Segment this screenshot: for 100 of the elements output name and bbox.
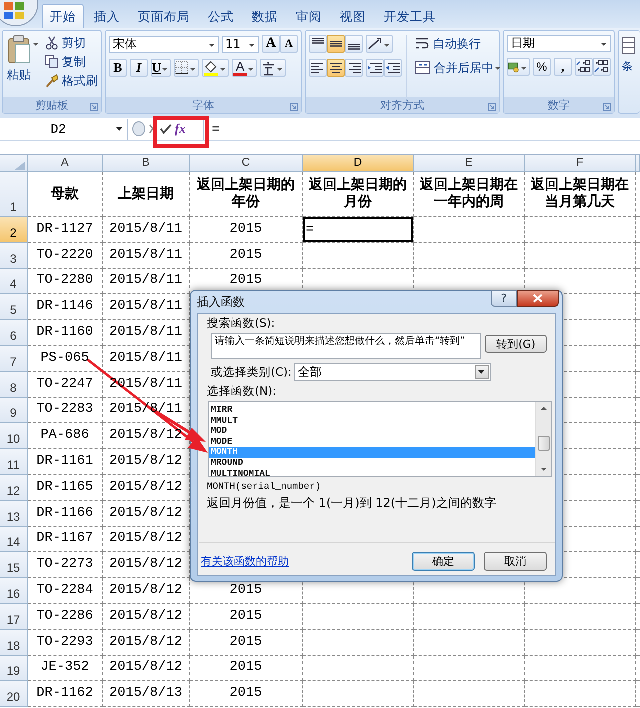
merge-center-button[interactable]: 合并后居中 <box>415 59 503 77</box>
row-header[interactable]: 1 <box>0 172 28 217</box>
table-cell: JE-352 <box>40 660 90 676</box>
column-header[interactable]: F <box>525 155 636 172</box>
format-painter-button[interactable]: 格式刷 <box>45 73 98 89</box>
table-cell: 2015/8/12 <box>110 634 182 650</box>
row-header[interactable]: 12 <box>0 474 28 501</box>
column-header[interactable]: C <box>190 155 303 172</box>
column-title: 上架日期 <box>117 186 175 202</box>
function-signature: MONTH(serial_number) <box>207 481 322 494</box>
comma-button[interactable]: , <box>554 58 572 76</box>
table-cell: TO-2293 <box>36 634 94 650</box>
wrap-text-button[interactable]: 自动换行 <box>415 35 503 53</box>
table-cell: 2015 <box>230 222 262 237</box>
row-header[interactable]: 17 <box>0 604 28 630</box>
column-header[interactable]: D <box>303 155 414 172</box>
ribbon-tab[interactable]: 审阅 <box>288 4 330 28</box>
ribbon-tab[interactable]: 数据 <box>244 4 286 28</box>
ok-button[interactable]: 确定 <box>412 552 475 571</box>
font-name-field[interactable]: 宋体 <box>109 36 219 52</box>
table-cell: DR-1161 <box>36 454 94 470</box>
table-cell: PS-065 <box>40 350 90 366</box>
dialog-title: 插入函数 <box>197 294 245 310</box>
row-header[interactable]: 10 <box>0 423 28 450</box>
row-header[interactable]: 20 <box>0 681 28 708</box>
row-header[interactable]: 5 <box>0 294 28 320</box>
table-cell: 2015/8/12 <box>110 660 182 676</box>
row-header[interactable]: 3 <box>0 242 28 269</box>
table-cell: PA-686 <box>40 428 90 444</box>
table-cell: DR-1165 <box>36 480 94 495</box>
function-item[interactable]: MMULT <box>209 416 535 426</box>
formula-field[interactable]: = <box>204 122 220 136</box>
group-label: 数字 <box>548 98 570 112</box>
shrink-font-button[interactable]: A <box>280 35 298 53</box>
underline-button[interactable]: U <box>151 59 172 77</box>
row-header[interactable]: 16 <box>0 578 28 604</box>
cell-input[interactable]: = <box>306 222 314 238</box>
column-header[interactable]: B <box>103 155 190 172</box>
table-cell: 2015 <box>230 583 262 598</box>
row-header[interactable]: 4 <box>0 268 28 294</box>
column-header[interactable]: A <box>28 155 103 172</box>
table-cell: 2015/8/11 <box>110 248 182 263</box>
table-cell: 2015/8/11 <box>110 350 182 366</box>
table-cell: TO-2283 <box>36 402 94 418</box>
table-cell: 2015 <box>230 273 262 288</box>
ribbon-tab[interactable]: 开始 <box>42 4 84 28</box>
group-label: 对齐方式 <box>380 98 424 112</box>
copy-button[interactable]: 复制 <box>45 54 98 70</box>
font-color-button[interactable]: A <box>232 59 258 77</box>
row-header[interactable]: 8 <box>0 372 28 398</box>
row-header[interactable]: 2 <box>0 217 28 243</box>
italic-button[interactable]: I <box>130 59 148 77</box>
function-description: 返回月份值，是一个 1(一月)到 12(十二月)之间的数字 <box>207 495 498 512</box>
function-item[interactable]: MODE <box>209 436 535 448</box>
ribbon-button-label[interactable]: 条 <box>622 59 637 74</box>
row-header[interactable]: 11 <box>0 449 28 475</box>
cancel-button[interactable]: 取消 <box>484 552 547 571</box>
ribbon-tab[interactable]: 公式 <box>200 4 242 28</box>
ribbon-tab[interactable]: 视图 <box>332 4 374 28</box>
help-button[interactable]: ? <box>491 290 517 307</box>
function-item[interactable]: MOD <box>209 426 535 437</box>
percent-button[interactable]: % <box>533 58 551 76</box>
row-header[interactable]: 15 <box>0 552 28 578</box>
function-item[interactable]: MIRR <box>209 405 535 416</box>
ribbon-tab[interactable]: 页面布局 <box>130 4 198 28</box>
column-header[interactable]: E <box>414 155 525 172</box>
cut-button[interactable]: 剪切 <box>45 35 98 51</box>
column-title: 返回上架日期在当月第几天 <box>530 177 630 211</box>
category-dropdown[interactable]: 全部 <box>294 363 491 381</box>
row-header[interactable]: 13 <box>0 500 28 527</box>
row-header[interactable]: 6 <box>0 320 28 346</box>
row-header[interactable]: 19 <box>0 656 28 682</box>
bold-button[interactable]: B <box>109 59 127 77</box>
field-label: 搜索函数(S): <box>207 316 276 331</box>
grow-font-button[interactable]: A <box>262 35 280 53</box>
group-label: 剪贴板 <box>36 98 68 112</box>
table-cell: 2015/8/11 <box>110 222 182 237</box>
help-link[interactable]: 有关该函数的帮助 <box>201 554 289 569</box>
row-header[interactable]: 14 <box>0 526 28 552</box>
row-header[interactable]: 9 <box>0 398 28 424</box>
table-cell: 2015/8/12 <box>110 608 182 624</box>
ribbon-tab[interactable]: 开发工具 <box>376 4 444 28</box>
field-label: 选择函数(N): <box>207 384 278 399</box>
go-button[interactable]: 转到(G) <box>485 335 547 353</box>
font-size-field[interactable]: 11 <box>222 36 259 52</box>
insert-function-button[interactable]: fx <box>175 121 186 137</box>
table-cell: TO-2286 <box>36 608 94 624</box>
table-cell: 2015/8/11 <box>110 273 182 288</box>
column-title: 返回上架日期的年份 <box>196 177 296 211</box>
table-cell: 2015/8/12 <box>110 480 182 495</box>
function-item[interactable]: MULTINOMIAL <box>209 468 535 480</box>
row-header[interactable]: 7 <box>0 346 28 372</box>
search-field[interactable]: 请输入一条简短说明来描述您想做什么，然后单击“转到” <box>211 333 482 359</box>
row-header[interactable]: 18 <box>0 630 28 656</box>
number-format-field[interactable]: 日期 <box>507 35 611 52</box>
ribbon-tab[interactable]: 插入 <box>86 4 128 28</box>
function-item[interactable]: MROUND <box>209 458 535 469</box>
table-cell: 2015 <box>230 248 262 263</box>
name-box[interactable]: D2 <box>0 118 128 140</box>
paste-button[interactable]: 粘贴 <box>6 35 41 97</box>
